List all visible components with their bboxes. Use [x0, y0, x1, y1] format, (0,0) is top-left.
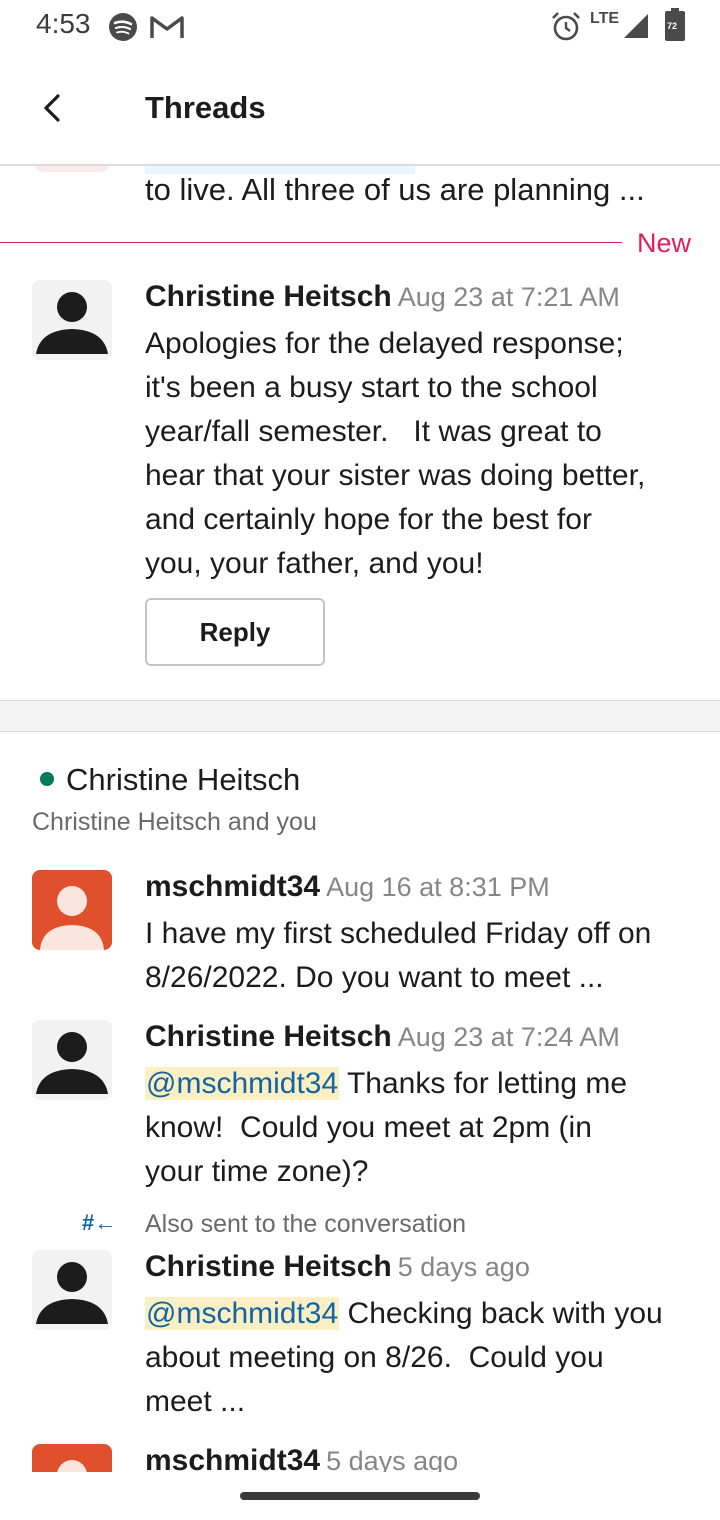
default-user-icon [36, 292, 108, 354]
presence-indicator [40, 771, 54, 786]
message-line: meet ... [145, 1385, 246, 1418]
new-messages-divider [0, 242, 622, 243]
message-header: Christine Heitsch 5 days ago [145, 1250, 530, 1284]
avatar[interactable] [32, 1020, 112, 1100]
status-bar: 4:53 LTE 72 [0, 0, 720, 56]
timestamp: 5 days ago [326, 1446, 459, 1472]
spotify-icon [108, 12, 138, 47]
message-header: Christine Heitsch Aug 23 at 7:24 AM [145, 1020, 620, 1054]
status-time: 4:53 [36, 8, 91, 39]
message-header: Christine Heitsch Aug 23 at 7:21 AM [145, 280, 620, 314]
message-line: @mschmidt34 Checking back with you [145, 1292, 700, 1336]
also-sent-text: Also sent to the conversation [145, 1210, 467, 1238]
timestamp: Aug 16 at 8:31 PM [326, 872, 550, 902]
timestamp: Aug 23 at 7:21 AM [397, 282, 620, 312]
message-line: about meeting on 8/26. Could you [145, 1341, 604, 1374]
thread-title-text: Christine Heitsch [66, 762, 301, 797]
author-name[interactable]: Christine Heitsch [145, 1020, 392, 1053]
network-label: LTE [590, 10, 620, 27]
message-line: I have my first scheduled Friday off on [145, 917, 652, 950]
message-text-span: Thanks for letting me [339, 1067, 628, 1100]
author-name[interactable]: mschmidt34 [145, 870, 320, 903]
user-mention[interactable]: @mschmidt34 [145, 1067, 340, 1100]
message-line: 8/26/2022. Do you want to meet ... [145, 961, 604, 994]
avatar[interactable] [32, 1250, 112, 1330]
thread-title[interactable]: Christine Heitsch [40, 762, 300, 798]
reply-button[interactable]: Reply [145, 598, 325, 666]
message-header: mschmidt34 Aug 16 at 8:31 PM [145, 870, 550, 904]
user-mention[interactable]: @mschmidt34 [145, 1297, 340, 1330]
alarm-icon [550, 10, 582, 47]
battery-icon: 72 [664, 8, 686, 47]
message-text-span: Checking back with you [339, 1297, 663, 1330]
avatar[interactable] [32, 1444, 112, 1472]
message-line: your time zone)? [145, 1155, 369, 1188]
channel-forward-icon: #← [82, 1210, 117, 1235]
timestamp: 5 days ago [397, 1252, 530, 1282]
home-indicator[interactable] [240, 1492, 480, 1500]
message-header: mschmidt34 5 days ago [145, 1444, 458, 1472]
message-line: hear that your sister was doing better, [145, 459, 646, 492]
avatar[interactable] [32, 870, 112, 950]
message-line: @mschmidt34 Thanks for letting me [145, 1062, 700, 1106]
message-text: to live. All three of us are planning ..… [145, 172, 645, 207]
back-button[interactable] [30, 86, 74, 130]
message-text: @mschmidt34 Checking back with you about… [145, 1292, 700, 1424]
thread-separator [0, 700, 720, 732]
message-line: know! Could you meet at 2pm (in [145, 1111, 592, 1144]
battery-level: 72 [667, 21, 678, 31]
default-user-icon [36, 1262, 108, 1324]
message-text: I have my first scheduled Friday off on … [145, 912, 700, 1000]
message-line: you, your father, and you! [145, 547, 484, 580]
message-text: Apologies for the delayed response; it's… [145, 322, 700, 586]
signal-icon [622, 12, 650, 45]
message-line: year/fall semester. It was great to [145, 415, 602, 448]
timestamp: Aug 23 at 7:24 AM [397, 1022, 620, 1052]
message-line: Apologies for the delayed response; [145, 327, 624, 360]
author-name[interactable]: Christine Heitsch [145, 280, 392, 313]
author-name[interactable]: Christine Heitsch [145, 1250, 392, 1283]
message-line: and certainly hope for the best for [145, 503, 592, 536]
avatar [34, 166, 110, 172]
user-avatar-icon [40, 886, 104, 950]
message-text: @mschmidt34 Thanks for letting me know! … [145, 1062, 700, 1194]
page-title: Threads [145, 90, 266, 125]
gmail-icon [150, 14, 184, 45]
thread-participants: Christine Heitsch and you [32, 808, 317, 836]
author-name[interactable]: mschmidt34 [145, 1444, 320, 1472]
user-avatar-icon [57, 1460, 87, 1472]
app-bar: Threads [0, 58, 720, 164]
new-label: New [637, 228, 692, 258]
default-user-icon [36, 1032, 108, 1094]
avatar[interactable] [32, 280, 112, 360]
chevron-left-icon [44, 94, 60, 122]
threads-list[interactable]: to live. All three of us are planning ..… [0, 166, 720, 1472]
message-line: it's been a busy start to the school [145, 371, 598, 404]
